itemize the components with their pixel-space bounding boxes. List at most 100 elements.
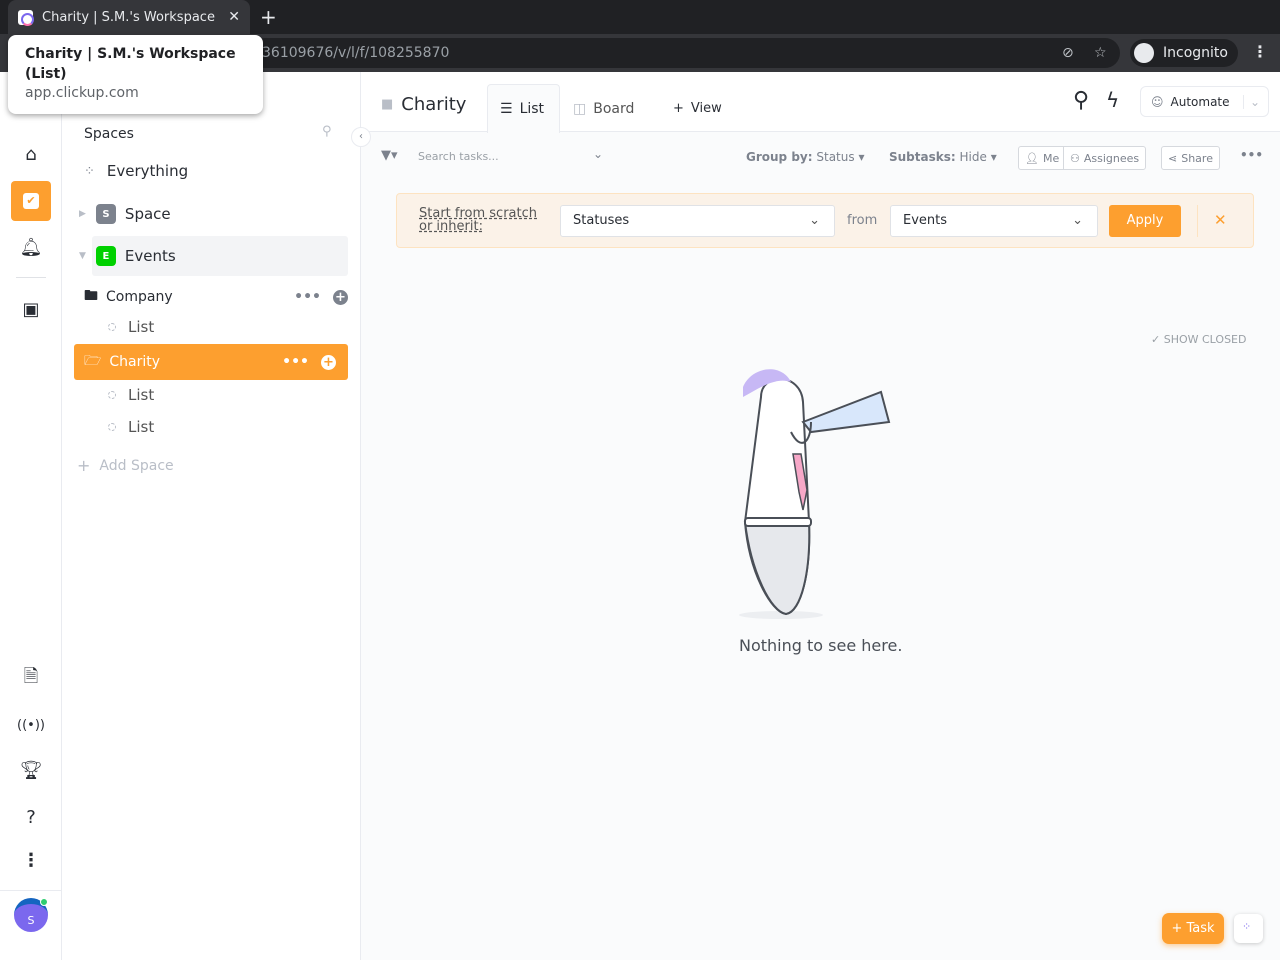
subtasks-dropdown[interactable]: Subtasks: Hide ▾ xyxy=(889,150,997,164)
rail-divider xyxy=(16,277,46,278)
statuses-value: Statuses xyxy=(573,213,630,228)
group-by-dropdown[interactable]: Group by: Status ▾ xyxy=(746,150,864,164)
pulse-icon[interactable]: ((•)) xyxy=(11,705,51,745)
add-space-label: Add Space xyxy=(99,457,174,474)
share-icon: ⋖ xyxy=(1168,151,1178,165)
clickup-favicon-icon xyxy=(18,9,34,26)
apps-launcher-button[interactable]: ⁘ xyxy=(1234,914,1263,943)
apps-icon: ⁘ xyxy=(1242,920,1252,933)
url-input[interactable]: 36109676/v/l/f/108255870 ⊘ ☆ xyxy=(250,38,1120,68)
tab-board[interactable]: ◫ Board xyxy=(561,84,646,133)
list-icon: ☰ xyxy=(500,101,513,117)
banner-prompt: Start from scratch or inherit: xyxy=(419,206,537,234)
add-view-button[interactable]: + View xyxy=(661,84,734,133)
subtasks-value: Hide xyxy=(959,150,987,164)
empty-state-illustration xyxy=(739,369,891,619)
add-circle-icon[interactable]: + xyxy=(321,354,336,370)
automate-button[interactable]: ☺ Automate ⌄ xyxy=(1140,86,1269,117)
share-label: Share xyxy=(1181,151,1213,165)
sidebar-list-item[interactable]: List xyxy=(108,418,154,436)
eye-off-icon[interactable]: ⊘ xyxy=(1062,38,1074,68)
close-tab-icon[interactable]: ✕ xyxy=(228,9,240,25)
events-label: Events xyxy=(124,247,176,265)
show-closed-toggle[interactable]: ✓ SHOW CLOSED xyxy=(1151,333,1246,346)
company-label: Company xyxy=(106,289,173,305)
more-dots-icon[interactable]: ••• xyxy=(294,289,321,305)
add-circle-icon[interactable]: + xyxy=(333,289,348,305)
online-indicator xyxy=(40,898,48,906)
sidebar-item-everything[interactable]: ⁘ Everything xyxy=(84,162,188,180)
home-icon[interactable]: ⌂ xyxy=(11,134,51,174)
more-icon[interactable]: ⋮ xyxy=(11,840,51,880)
tab-label: Board xyxy=(593,100,635,117)
collapse-sidebar-button[interactable]: ‹ xyxy=(351,127,371,147)
assignees-filter-button[interactable]: ⚇ Assignees xyxy=(1063,146,1147,170)
help-icon[interactable]: ? xyxy=(11,797,51,837)
more-dots-icon[interactable]: ••• xyxy=(282,354,309,370)
tooltip-domain: app.clickup.com xyxy=(25,85,139,101)
incognito-icon xyxy=(1134,43,1154,63)
space-badge: S xyxy=(95,204,116,224)
docs-icon[interactable]: 🗎︎ xyxy=(11,659,51,699)
view-header: ■ Charity ☰ List ◫ Board + View ⚲ ϟ ☺ Automat… xyxy=(361,72,1280,133)
everything-label: Everything xyxy=(106,162,189,180)
add-view-label: View xyxy=(690,101,722,116)
title-text: Charity xyxy=(401,94,467,115)
statuses-select[interactable]: Statuses ⌄ xyxy=(560,205,835,237)
avatar-initial: S xyxy=(27,914,35,927)
browser-tab[interactable]: Charity | S.M.'s Workspace ✕ xyxy=(8,0,250,34)
spaces-heading: Spaces xyxy=(84,126,134,142)
tab-list[interactable]: ☰ List xyxy=(487,84,560,133)
apply-button[interactable]: Apply xyxy=(1109,205,1181,237)
chevron-down-icon: ⌄ xyxy=(809,213,820,228)
divider xyxy=(1197,205,1198,237)
source-select[interactable]: Events ⌄ xyxy=(890,205,1098,237)
more-options-icon[interactable]: ••• xyxy=(1240,148,1263,162)
show-closed-label: SHOW CLOSED xyxy=(1163,333,1247,346)
user-icon: 👤︎ xyxy=(1025,151,1039,165)
close-icon[interactable]: ✕ xyxy=(1214,211,1227,229)
incognito-label: Incognito xyxy=(1163,45,1228,61)
me-filter-button[interactable]: 👤︎ Me xyxy=(1018,146,1067,170)
filter-icon[interactable]: ▼▾ xyxy=(381,148,398,163)
sidebar-item-space[interactable]: ▶ S Space xyxy=(79,204,171,224)
list-label: List xyxy=(128,318,155,336)
tasks-icon[interactable]: ✔ xyxy=(11,181,51,221)
dashboards-icon[interactable]: ▣ xyxy=(11,289,51,329)
sidebar-list-item[interactable]: List xyxy=(108,318,154,336)
trophy-icon[interactable]: 🏆︎ xyxy=(11,750,51,790)
sidebar-folder-charity[interactable]: 🗁︎ Charity ••• + xyxy=(74,344,348,380)
add-task-button[interactable]: + Task xyxy=(1162,913,1224,944)
search-input[interactable]: Search tasks... xyxy=(418,150,499,163)
chevron-down-icon[interactable]: ⌄ xyxy=(593,147,603,161)
status-template-banner: Start from scratch or inherit: Statuses ⌄… xyxy=(396,193,1254,248)
list-status-icon xyxy=(108,391,116,399)
plus-icon: + xyxy=(1171,921,1187,936)
lightning-icon[interactable]: ϟ xyxy=(1106,88,1119,112)
sidebar-list-item[interactable]: List xyxy=(108,386,154,404)
share-button[interactable]: ⋖ Share xyxy=(1161,146,1220,170)
charity-label: Charity xyxy=(109,354,161,370)
users-icon: ⚇ xyxy=(1070,151,1080,165)
browser-tabstrip: Charity | S.M.'s Workspace ✕ + xyxy=(0,0,1280,34)
tab-title: Charity | S.M.'s Workspace xyxy=(42,9,215,25)
search-icon[interactable]: ⚲ xyxy=(322,124,332,139)
automate-label: Automate xyxy=(1170,94,1230,109)
caret-down-icon: ▼ xyxy=(79,251,86,261)
chevron-down-icon[interactable]: ⌄ xyxy=(1242,94,1260,109)
search-icon[interactable]: ⚲ xyxy=(1073,88,1089,113)
sidebar-folder-company[interactable]: 🖿︎ Company ••• + xyxy=(84,285,348,309)
bell-icon[interactable]: 🔔︎ xyxy=(11,227,51,267)
url-text: 36109676/v/l/f/108255870 xyxy=(262,45,450,61)
star-icon[interactable]: ☆ xyxy=(1094,38,1107,68)
events-badge: E xyxy=(95,246,116,266)
list-status-icon xyxy=(108,423,116,431)
sidebar-item-events[interactable]: ▼ E Events xyxy=(79,246,176,266)
new-tab-button[interactable]: + xyxy=(260,5,277,29)
browser-menu-icon[interactable]: ⋮ xyxy=(1252,42,1268,61)
sidebar: Spaces ⚲ ⁘ Everything ▶ S Space ▼ E Events 🖿︎… xyxy=(62,72,361,960)
incognito-badge[interactable]: Incognito xyxy=(1130,39,1238,67)
add-space-button[interactable]: + Add Space xyxy=(77,456,174,475)
list-label: List xyxy=(128,418,155,436)
assignees-label: Assignees xyxy=(1083,151,1140,165)
